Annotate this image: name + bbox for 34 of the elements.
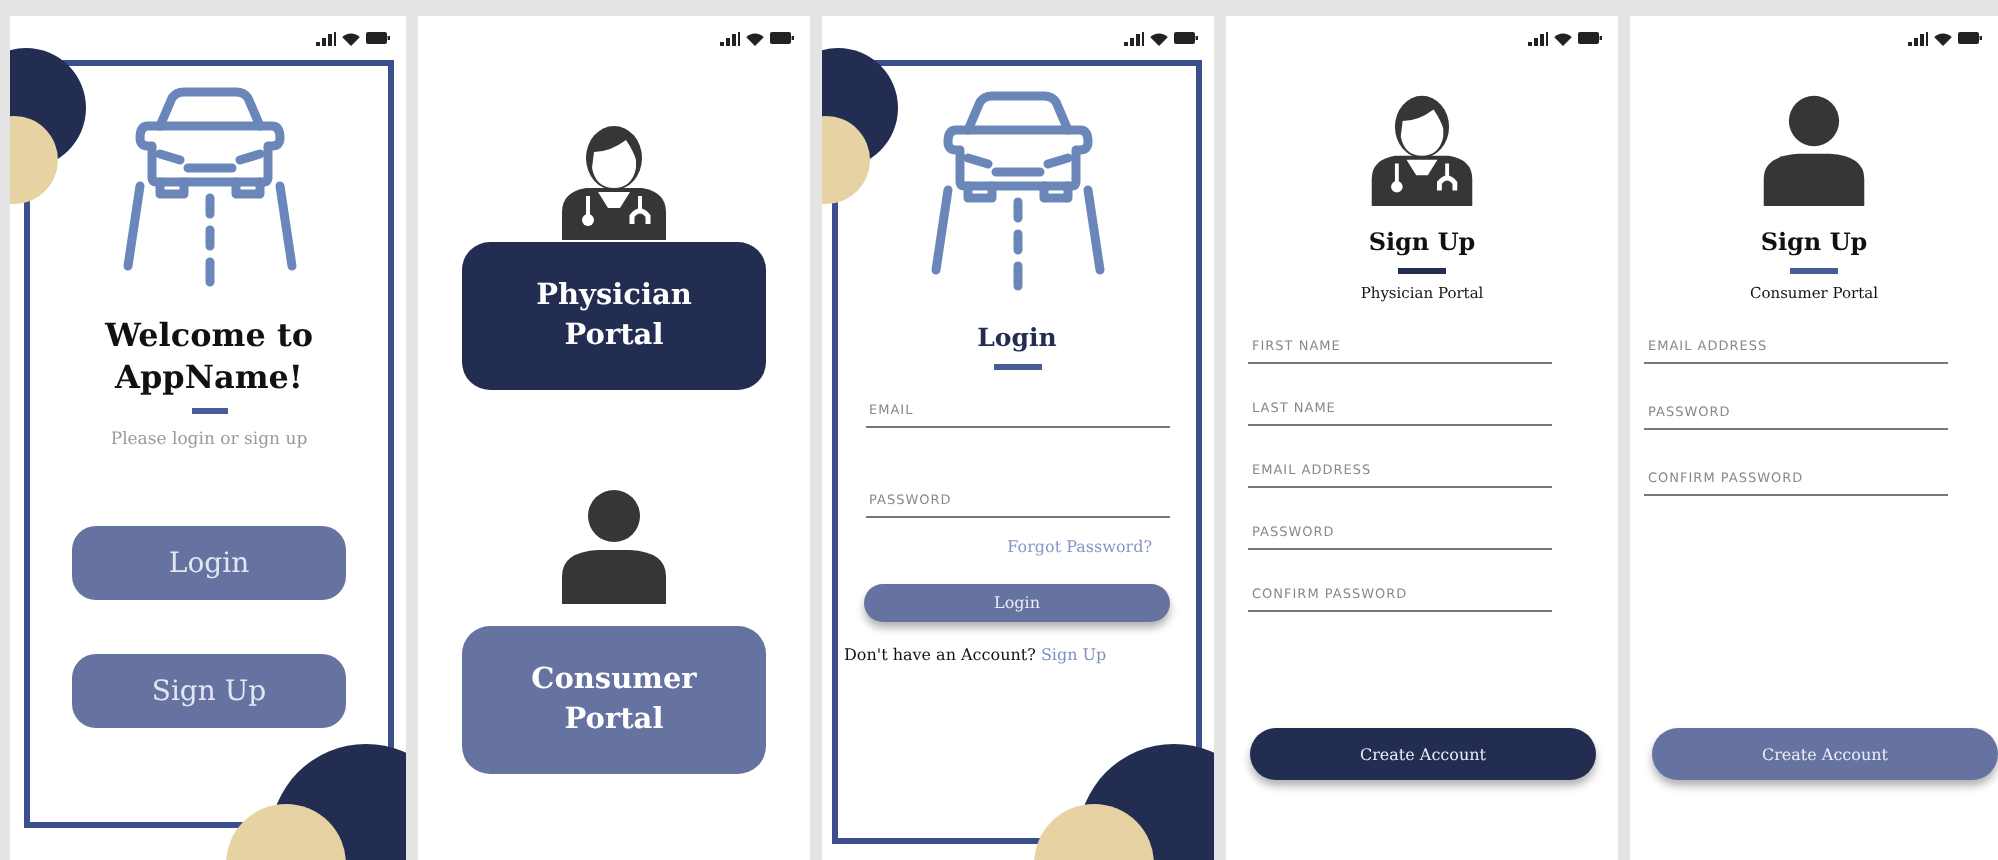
sign-up-title: Sign Up: [1368, 228, 1476, 256]
title-underline: [993, 364, 1041, 370]
wifi-icon: [1554, 31, 1572, 45]
signal-icon: [720, 31, 740, 45]
login-button[interactable]: Login: [864, 584, 1170, 622]
wifi-icon: [342, 31, 360, 45]
create-account-button[interactable]: Create Account: [1652, 728, 1998, 780]
title-underline: [1398, 268, 1446, 273]
sign-up-title: Sign Up: [1760, 228, 1868, 256]
wifi-icon: [746, 31, 764, 45]
welcome-button[interactable]: Login: [72, 526, 346, 600]
sign-up-link[interactable]: Sign Up: [1040, 646, 1107, 664]
login-title: Login: [977, 322, 1057, 352]
welcome-button[interactable]: Sign Up: [72, 654, 346, 728]
wifi-icon: [1150, 31, 1168, 45]
signal-icon: [1124, 31, 1144, 45]
wifi-icon: [1934, 31, 1952, 45]
forgot-password-link[interactable]: Forgot Password?: [1007, 538, 1152, 556]
welcome-title: Welcome to AppName!: [102, 314, 316, 398]
portal-button[interactable]: Physician Portal: [462, 242, 766, 390]
title-underline: [1790, 268, 1838, 273]
battery-icon: [1958, 32, 1982, 44]
battery-icon: [366, 32, 390, 44]
subtitle: Please login or sign up: [110, 430, 308, 450]
battery-icon: [1174, 32, 1198, 44]
signal-icon: [316, 31, 336, 45]
portal-button[interactable]: Consumer Portal: [462, 626, 766, 774]
create-account-button[interactable]: Create Account: [1250, 728, 1596, 780]
battery-icon: [770, 32, 794, 44]
battery-icon: [1578, 32, 1602, 44]
account-prompt: Don't have an Account?: [844, 646, 1036, 664]
signal-icon: [1908, 31, 1928, 45]
signal-icon: [1528, 31, 1548, 45]
title-underline: [191, 408, 227, 414]
